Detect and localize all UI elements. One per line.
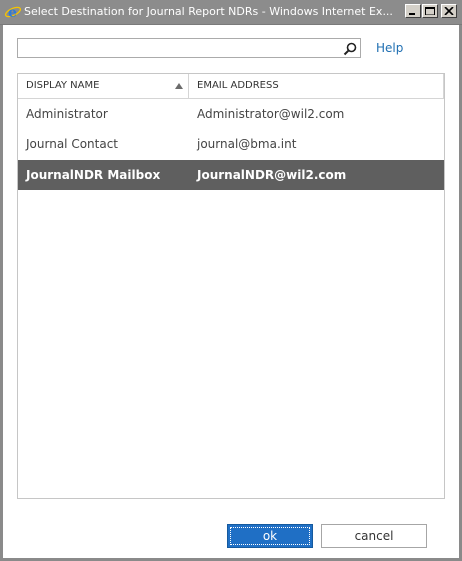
search-box — [17, 38, 361, 58]
minimize-icon — [409, 13, 415, 15]
column-header-display-name[interactable]: DISPLAY NAME — [18, 74, 189, 98]
ie-icon: e — [4, 3, 22, 21]
cell-display-name: Administrator — [26, 107, 108, 121]
minimize-button[interactable] — [405, 4, 421, 18]
column-header-label: DISPLAY NAME — [26, 80, 100, 91]
dialog-content: Help DISPLAY NAME EMAIL ADDRESS Administ… — [3, 25, 459, 558]
title-bar[interactable]: e Select Destination for Journal Report … — [0, 0, 462, 25]
help-link[interactable]: Help — [376, 41, 403, 55]
table-row-selected[interactable]: JournalNDR Mailbox JournalNDR@wil2.com — [18, 160, 444, 190]
column-header-email-address[interactable]: EMAIL ADDRESS — [189, 74, 444, 98]
close-icon — [444, 7, 454, 15]
window-title: Select Destination for Journal Report ND… — [24, 5, 393, 18]
cell-display-name: Journal Contact — [26, 137, 119, 151]
close-button[interactable] — [441, 4, 457, 18]
sort-ascending-icon — [175, 83, 183, 89]
column-header-label: EMAIL ADDRESS — [197, 80, 279, 91]
maximize-button[interactable] — [422, 4, 438, 18]
cell-email-address: Administrator@wil2.com — [197, 107, 345, 121]
table-row[interactable]: Journal Contact journal@bma.int — [18, 129, 444, 159]
cell-display-name: JournalNDR Mailbox — [26, 168, 161, 182]
ok-button[interactable]: ok — [227, 524, 313, 548]
cancel-button[interactable]: cancel — [321, 524, 427, 548]
cell-email-address: JournalNDR@wil2.com — [197, 168, 347, 182]
focus-ring — [230, 527, 310, 545]
cancel-button-label: cancel — [354, 529, 394, 543]
list-header: DISPLAY NAME EMAIL ADDRESS — [18, 74, 444, 99]
search-icon[interactable] — [343, 41, 357, 56]
recipient-list[interactable]: DISPLAY NAME EMAIL ADDRESS Administrator… — [17, 73, 445, 499]
svg-text:e: e — [8, 5, 17, 21]
table-row[interactable]: Administrator Administrator@wil2.com — [18, 99, 444, 129]
cell-email-address: journal@bma.int — [197, 137, 297, 151]
search-input[interactable] — [20, 40, 342, 56]
dialog-window: e Select Destination for Journal Report … — [0, 0, 462, 561]
maximize-icon — [425, 7, 435, 15]
